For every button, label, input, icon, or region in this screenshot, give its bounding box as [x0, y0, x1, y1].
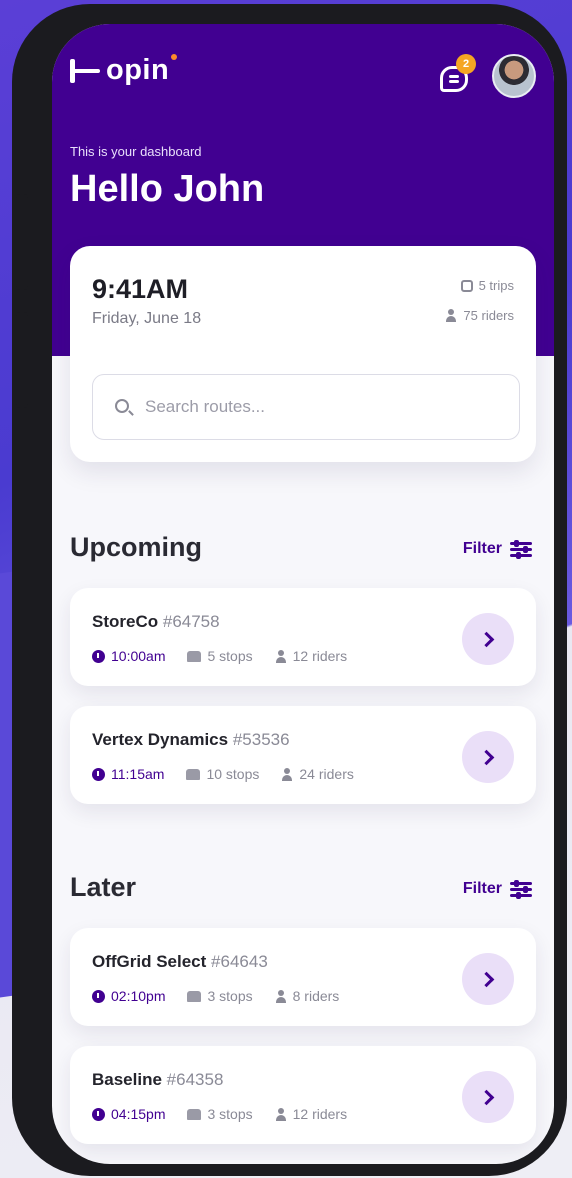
trip-stops: 3 stops: [187, 1106, 253, 1122]
clock-icon: [92, 989, 105, 1003]
top-bar: opin 2: [70, 54, 536, 98]
notification-badge: 2: [456, 54, 476, 74]
person-icon: [275, 649, 287, 663]
logo-accent-dot: [171, 54, 177, 60]
stops-icon: [187, 650, 202, 662]
greeting-title: Hello John: [70, 168, 265, 210]
trip-time: 11:15am: [92, 766, 164, 782]
trips-count: 5 trips: [460, 278, 514, 293]
person-icon: [281, 767, 293, 781]
trip-card[interactable]: Baseline #64358 04:15pm 3 stops 12 rider…: [70, 1046, 536, 1144]
bus-icon: [460, 279, 473, 292]
dashboard-subtitle: This is your dashboard: [70, 144, 202, 159]
search-input[interactable]: [145, 375, 505, 439]
filter-button-later[interactable]: Filter: [462, 880, 532, 899]
stops-icon: [186, 768, 201, 780]
trip-riders: 12 riders: [275, 1106, 347, 1122]
chevron-right-icon: [478, 1089, 494, 1105]
trip-riders: 12 riders: [275, 648, 347, 664]
filter-icon: [510, 540, 532, 559]
logo-text: opin: [106, 54, 170, 86]
trip-meta: 11:15am 10 stops 24 riders: [92, 766, 354, 782]
filter-button-upcoming[interactable]: Filter: [462, 540, 532, 559]
logo-icon: [70, 58, 104, 83]
person-icon: [275, 1107, 287, 1121]
trip-name: Baseline #64358: [92, 1070, 224, 1089]
stops-icon: [187, 1108, 202, 1120]
open-trip-button[interactable]: [462, 731, 514, 783]
trip-card[interactable]: OffGrid Select #64643 02:10pm 3 stops 8 …: [70, 928, 536, 1026]
open-trip-button[interactable]: [462, 1071, 514, 1123]
stops-icon: [187, 990, 202, 1002]
trip-time: 04:15pm: [92, 1106, 165, 1122]
side-button-volume-down: [16, 312, 28, 408]
trip-meta: 02:10pm 3 stops 8 riders: [92, 988, 339, 1004]
chevron-right-icon: [478, 971, 494, 987]
open-trip-button[interactable]: [462, 953, 514, 1005]
side-button-volume-up: [16, 194, 28, 290]
clock-icon: [92, 767, 105, 781]
search-icon: [115, 399, 129, 413]
trip-stops: 3 stops: [187, 988, 253, 1004]
app-screen: opin 2 This is your dashboard Hello John…: [52, 24, 554, 1164]
filter-label: Filter: [462, 540, 502, 557]
riders-count: 75 riders: [445, 308, 514, 323]
section-title-later: Later: [70, 872, 137, 902]
chevron-right-icon: [478, 749, 494, 765]
dashboard-card: 9:41AM Friday, June 18 5 trips 75 riders: [70, 246, 536, 462]
trip-card[interactable]: StoreCo #64758 10:00am 5 stops 12 riders: [70, 588, 536, 686]
trip-name: StoreCo #64758: [92, 612, 220, 631]
filter-label: Filter: [462, 880, 502, 897]
trip-name: OffGrid Select #64643: [92, 952, 268, 971]
person-icon: [445, 309, 457, 322]
trip-riders: 8 riders: [275, 988, 339, 1004]
trip-time: 02:10pm: [92, 988, 165, 1004]
trip-meta: 04:15pm 3 stops 12 riders: [92, 1106, 347, 1122]
clock-icon: [92, 649, 105, 663]
filter-icon: [510, 880, 532, 899]
riders-count-label: 75 riders: [463, 308, 514, 323]
current-time: 9:41AM: [92, 274, 189, 304]
person-icon: [275, 989, 287, 1003]
notification-button[interactable]: 2: [440, 54, 476, 92]
trip-stops: 10 stops: [186, 766, 259, 782]
section-title-upcoming: Upcoming: [70, 532, 202, 562]
trip-meta: 10:00am 5 stops 12 riders: [92, 648, 347, 664]
search-box[interactable]: [92, 374, 520, 440]
trips-count-label: 5 trips: [478, 278, 514, 293]
trip-riders: 24 riders: [281, 766, 354, 782]
trip-card[interactable]: Vertex Dynamics #53536 11:15am 10 stops …: [70, 706, 536, 804]
open-trip-button[interactable]: [462, 613, 514, 665]
chevron-right-icon: [478, 631, 494, 647]
clock-icon: [92, 1107, 105, 1121]
app-logo[interactable]: opin: [70, 54, 177, 87]
user-avatar[interactable]: [492, 54, 536, 98]
trip-name: Vertex Dynamics #53536: [92, 730, 290, 749]
current-date: Friday, June 18: [92, 310, 202, 327]
trip-stops: 5 stops: [187, 648, 253, 664]
trip-time: 10:00am: [92, 648, 165, 664]
